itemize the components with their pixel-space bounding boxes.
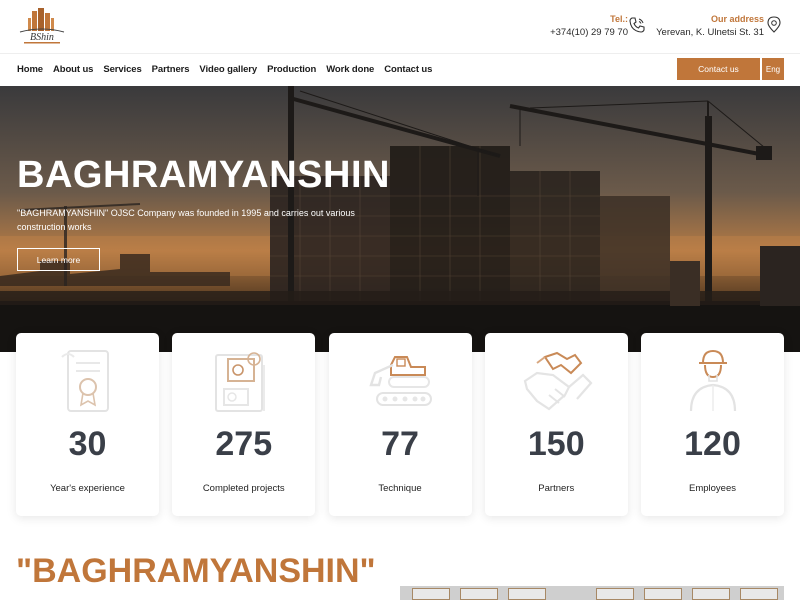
photo-frame [508, 588, 546, 600]
map-pin-icon [767, 16, 781, 33]
photo-frame [596, 588, 634, 600]
nav-item-about[interactable]: About us [53, 64, 93, 75]
nav-item-video-gallery[interactable]: Video gallery [199, 64, 257, 75]
office-photo [400, 586, 784, 600]
phone-icon [629, 17, 645, 33]
hero-subtitle: "BAGHRAMYANSHIN" OJSC Company was founde… [17, 208, 355, 232]
address-block: Our address Yerevan, K. Ulnetsi St. 31 [656, 14, 764, 38]
stat-card-employees: 120 Employees [641, 333, 784, 516]
stat-value: 30 [68, 425, 107, 463]
photo-frame [412, 588, 450, 600]
excavator-icon [368, 356, 432, 406]
stat-card-experience: 30 Year's experience [16, 333, 159, 516]
stat-card-technique: 77 Technique [328, 333, 472, 516]
svg-text:BShin: BShin [30, 32, 54, 43]
nav-item-contact[interactable]: Contact us [384, 64, 432, 75]
company-logo[interactable]: BShin [16, 8, 68, 46]
stat-label: Year's experience [50, 483, 125, 494]
contact-us-button[interactable]: Contact us [677, 58, 760, 80]
nav-item-partners[interactable]: Partners [152, 64, 190, 75]
hero-title: BAGHRAMYANSHIN [17, 154, 390, 196]
tel-label: Tel.: [610, 14, 628, 24]
stat-label: Partners [538, 483, 575, 494]
photo-frame [692, 588, 730, 600]
nav-item-home[interactable]: Home [17, 64, 43, 75]
handshake-icon [523, 351, 593, 411]
nav-item-services[interactable]: Services [103, 64, 141, 75]
tel-value[interactable]: +374(10) 29 79 70 [550, 27, 628, 38]
stat-value: 120 [684, 425, 741, 463]
worker-icon [689, 349, 737, 412]
address-label: Our address [710, 14, 764, 24]
section-title: "BAGHRAMYANSHIN" [16, 552, 376, 590]
certificate-icon [61, 350, 109, 412]
address-value[interactable]: Yerevan, K. Ulnetsi St. 31 [656, 27, 764, 38]
photo-frame [740, 588, 778, 600]
stat-label: Employees [689, 483, 736, 494]
stats-row: 30 Year's experience 275 Completed proje… [16, 333, 784, 516]
learn-more-button[interactable]: Learn more [17, 248, 100, 271]
top-bar: BShin Tel.: +374(10) 29 79 70 Our addres… [0, 0, 800, 54]
hero-banner: BAGHRAMYANSHIN "BAGHRAMYANSHIN" OJSC Com… [0, 86, 800, 352]
photo-frame [460, 588, 498, 600]
stat-label: Technique [378, 483, 422, 494]
blueprint-icon [215, 352, 266, 412]
stat-card-partners: 150 Partners [484, 333, 628, 516]
stat-card-projects: 275 Completed projects [172, 333, 316, 516]
phone-block: Tel.: +374(10) 29 79 70 [550, 14, 628, 38]
nav-item-production[interactable]: Production [267, 64, 316, 75]
stat-value: 275 [215, 425, 273, 463]
stat-label: Completed projects [202, 483, 285, 494]
language-button[interactable]: Eng [762, 58, 784, 80]
nav-item-work-done[interactable]: Work done [326, 64, 374, 75]
stat-value: 77 [381, 425, 419, 463]
stat-value: 150 [527, 425, 585, 463]
photo-frame [644, 588, 682, 600]
nav-list: Home About us Services Partners Video ga… [17, 64, 432, 75]
